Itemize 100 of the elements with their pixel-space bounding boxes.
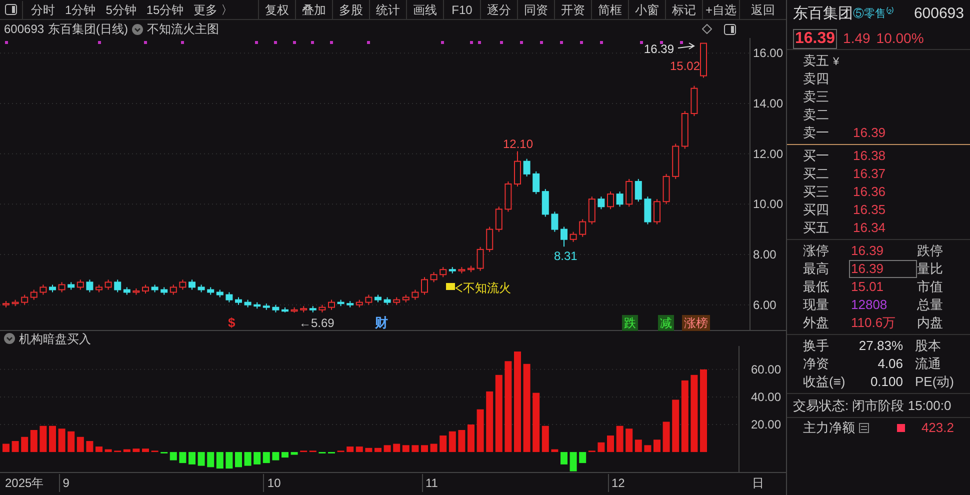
stat-label: 量比 — [917, 260, 943, 278]
toolbar-button[interactable]: 简框 — [591, 0, 628, 20]
stat-label: 内盘 — [917, 314, 943, 332]
period-tab[interactable]: 15分钟 — [146, 0, 184, 18]
candle — [235, 296, 242, 306]
bar — [123, 449, 130, 452]
toolbar-button[interactable]: 开资 — [554, 0, 591, 20]
toolbar-button[interactable]: 多股 — [332, 0, 369, 20]
bar — [476, 409, 484, 452]
event-marker[interactable]: $ — [228, 315, 236, 331]
period-tab[interactable]: 1分钟 — [65, 0, 96, 18]
stock-code: 600693 — [914, 4, 964, 24]
indicator-name[interactable]: 不知流火主图 — [147, 20, 220, 38]
date-axis-label: 9 — [58, 474, 70, 492]
toolbar-button[interactable]: 逐分 — [480, 0, 517, 20]
candle — [468, 265, 474, 273]
ask-level-label: 卖一 — [803, 124, 830, 142]
stat-label: 市值 — [917, 278, 943, 296]
candle — [160, 286, 168, 296]
bar — [142, 448, 149, 452]
candle — [495, 206, 502, 232]
period-tab[interactable]: 更多 〉 — [194, 0, 234, 18]
ask-level-label: 卖二 — [803, 106, 830, 124]
bar — [616, 426, 624, 452]
list-icon[interactable] — [859, 423, 869, 433]
price-axis-label: 6.00 — [753, 298, 776, 312]
candle — [207, 286, 214, 296]
period-tab[interactable]: 分时 — [31, 0, 55, 18]
price-axis-label: 8.00 — [753, 247, 776, 262]
toolbar-button[interactable]: 画线 — [406, 0, 443, 20]
toolbar-button[interactable]: 小窗 — [628, 0, 665, 20]
event-marker[interactable]: 财 — [375, 315, 388, 331]
toolbar-button[interactable]: 返回 — [739, 0, 786, 20]
candle — [346, 300, 354, 308]
bar — [254, 452, 261, 464]
candle — [244, 299, 252, 308]
bar — [132, 448, 140, 452]
candle — [690, 85, 698, 117]
candle — [318, 304, 326, 313]
bar — [68, 431, 75, 452]
bar — [440, 436, 447, 452]
chevron-circle-icon[interactable] — [132, 24, 144, 34]
sector-tag[interactable]: ⑤零售⁽²⁾ — [853, 6, 894, 22]
candle — [616, 191, 624, 208]
candle — [672, 143, 680, 180]
toolbar-button[interactable]: 叠加 — [295, 0, 332, 20]
toolbar-button[interactable]: 统计 — [369, 0, 406, 20]
period-tab[interactable]: 5分钟 — [106, 0, 136, 18]
last-price-label: 16.39 — [644, 42, 674, 56]
candle — [132, 288, 140, 296]
stat-label: 主力净额 — [803, 419, 855, 438]
price-axis-label: 10.00 — [753, 197, 784, 212]
bar — [384, 445, 391, 452]
event-tag[interactable]: 涨榜 — [682, 315, 710, 331]
high-price-label: 12.10 — [503, 137, 534, 151]
chevron-circle-icon[interactable] — [4, 333, 15, 344]
stat-label: 涨停 — [803, 242, 830, 260]
event-tag[interactable]: 跌 — [622, 315, 638, 331]
price-axis-label: 14.00 — [753, 96, 784, 110]
ask-level-label: 卖五 — [803, 52, 830, 70]
event-tag[interactable]: 减 — [658, 315, 674, 331]
toolbar-button[interactable]: 同资 — [517, 0, 554, 20]
date-axis-label: 12 — [608, 474, 625, 492]
change-percent: 10.00% — [876, 29, 924, 48]
panel-toggle-icon[interactable] — [724, 24, 736, 34]
diamond-icon[interactable] — [702, 24, 712, 34]
stock-code: 600693 — [4, 21, 44, 38]
low-price-label: 8.31 — [554, 249, 578, 263]
candle — [570, 231, 577, 242]
bar — [170, 452, 177, 460]
candle — [58, 282, 66, 293]
candle — [151, 284, 158, 293]
toolbar-button[interactable]: +自选 — [702, 0, 739, 20]
toolbar-button[interactable]: 标记 — [665, 0, 702, 20]
stat-label: 换手 — [803, 337, 830, 356]
panel-toggle-icon[interactable] — [5, 4, 17, 15]
stat-value: 15.01 — [850, 278, 885, 296]
candle — [607, 191, 614, 210]
bar — [644, 445, 652, 452]
stat-value: 16.39 — [850, 242, 885, 260]
stat-label: 跌停 — [917, 242, 943, 260]
candle — [626, 178, 633, 208]
candle — [532, 170, 540, 195]
toolbar-button[interactable]: F10 — [443, 0, 480, 20]
bid-level-label: 买三 — [803, 183, 830, 202]
bid-price: 16.36 — [853, 183, 886, 202]
candle — [412, 289, 419, 300]
candle — [300, 306, 308, 313]
candle — [448, 266, 456, 274]
bar — [226, 452, 233, 469]
value-axis-label: 20.00 — [751, 418, 782, 432]
bar — [216, 452, 224, 469]
bar — [188, 452, 196, 464]
candle — [96, 284, 102, 293]
toolbar-button[interactable]: 复权 — [258, 0, 295, 20]
bid-level-label: 买一 — [803, 147, 830, 166]
bar — [468, 424, 474, 452]
bar — [96, 446, 102, 452]
bar — [356, 446, 363, 452]
bar — [579, 452, 586, 464]
